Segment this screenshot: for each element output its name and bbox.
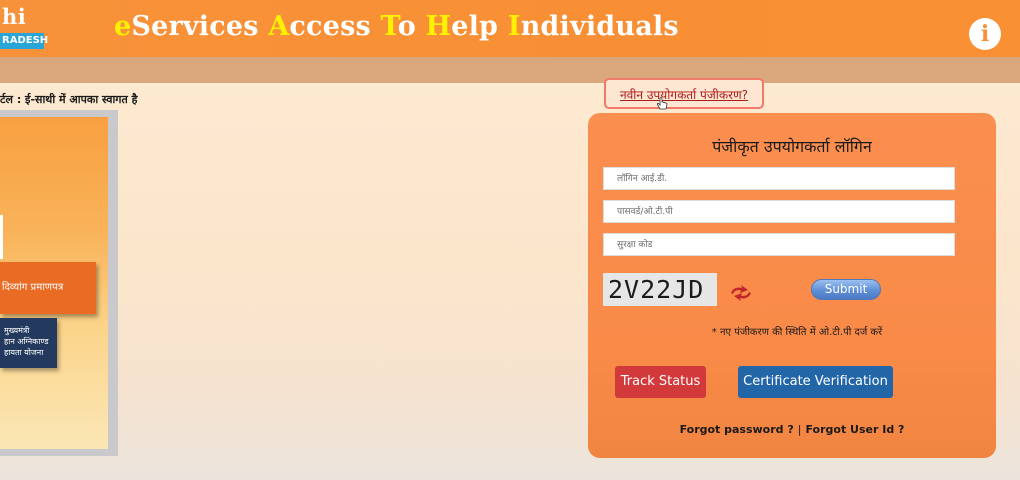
password-input[interactable] (603, 200, 955, 223)
service-tile-line: मुख्यमंत्री (4, 326, 30, 335)
site-title: eServices Access To Help Individuals (114, 11, 679, 42)
info-button[interactable]: i (969, 18, 1001, 50)
title-initial: H (425, 11, 452, 42)
title-text: elp (451, 11, 508, 42)
banner-edge (0, 215, 3, 259)
logo-text: hi (2, 4, 27, 29)
service-tile-disability-certificate[interactable]: दिव्यांग प्रमाणपत्र (0, 262, 96, 314)
link-separator: | (797, 423, 802, 436)
submit-button[interactable]: Submit (811, 279, 881, 300)
refresh-captcha-icon[interactable] (728, 284, 754, 302)
security-code-input[interactable] (603, 233, 955, 256)
logo-badge: RADESH (0, 33, 48, 49)
service-tile-line: हायता योजना (4, 348, 44, 357)
hand-cursor-icon (656, 97, 668, 110)
service-tile-fire-relief-scheme[interactable]: मुख्यमंत्री हान अग्निकाण्ड हायता योजना (0, 318, 57, 368)
new-registration-box: नवीन उपयोगकर्ता पंजीकरण? (604, 78, 764, 109)
title-initial: A (268, 11, 290, 42)
forgot-links: Forgot password ? | Forgot User Id ? (588, 423, 996, 436)
title-initial: I (507, 11, 521, 42)
login-panel: पंजीकृत उपयोगकर्ता लॉगिन 2V22JD Submit *… (588, 113, 996, 458)
otp-note: * नए पंजीकरण की स्थिति में ओ.टी.पी दर्ज … (711, 327, 883, 338)
header-strip (0, 57, 1020, 83)
header: hi RADESH eServices Access To Help Indiv… (0, 0, 1020, 57)
new-registration-link[interactable]: नवीन उपयोगकर्ता पंजीकरण? (620, 88, 748, 102)
forgot-user-id-link[interactable]: Forgot User Id ? (805, 423, 904, 436)
service-tile-line: हान अग्निकाण्ड (4, 337, 49, 346)
welcome-text: र्टल : ई-साथी में आपका स्वागत है (0, 93, 138, 106)
title-initial: T (380, 11, 398, 42)
certificate-verification-button[interactable]: Certificate Verification (738, 366, 893, 398)
forgot-password-link[interactable]: Forgot password ? (680, 423, 794, 436)
captcha-image: 2V22JD (603, 273, 717, 306)
login-title: पंजीकृत उपयोगकर्ता लॉगिन (712, 137, 872, 156)
title-text: ndividuals (520, 11, 679, 42)
title-text: ccess (289, 11, 381, 42)
title-text: Services (131, 11, 269, 42)
track-status-button[interactable]: Track Status (615, 366, 706, 398)
login-id-input[interactable] (603, 167, 955, 190)
title-text: o (397, 11, 426, 42)
title-initial: e (114, 11, 132, 42)
info-icon: i (980, 21, 990, 47)
